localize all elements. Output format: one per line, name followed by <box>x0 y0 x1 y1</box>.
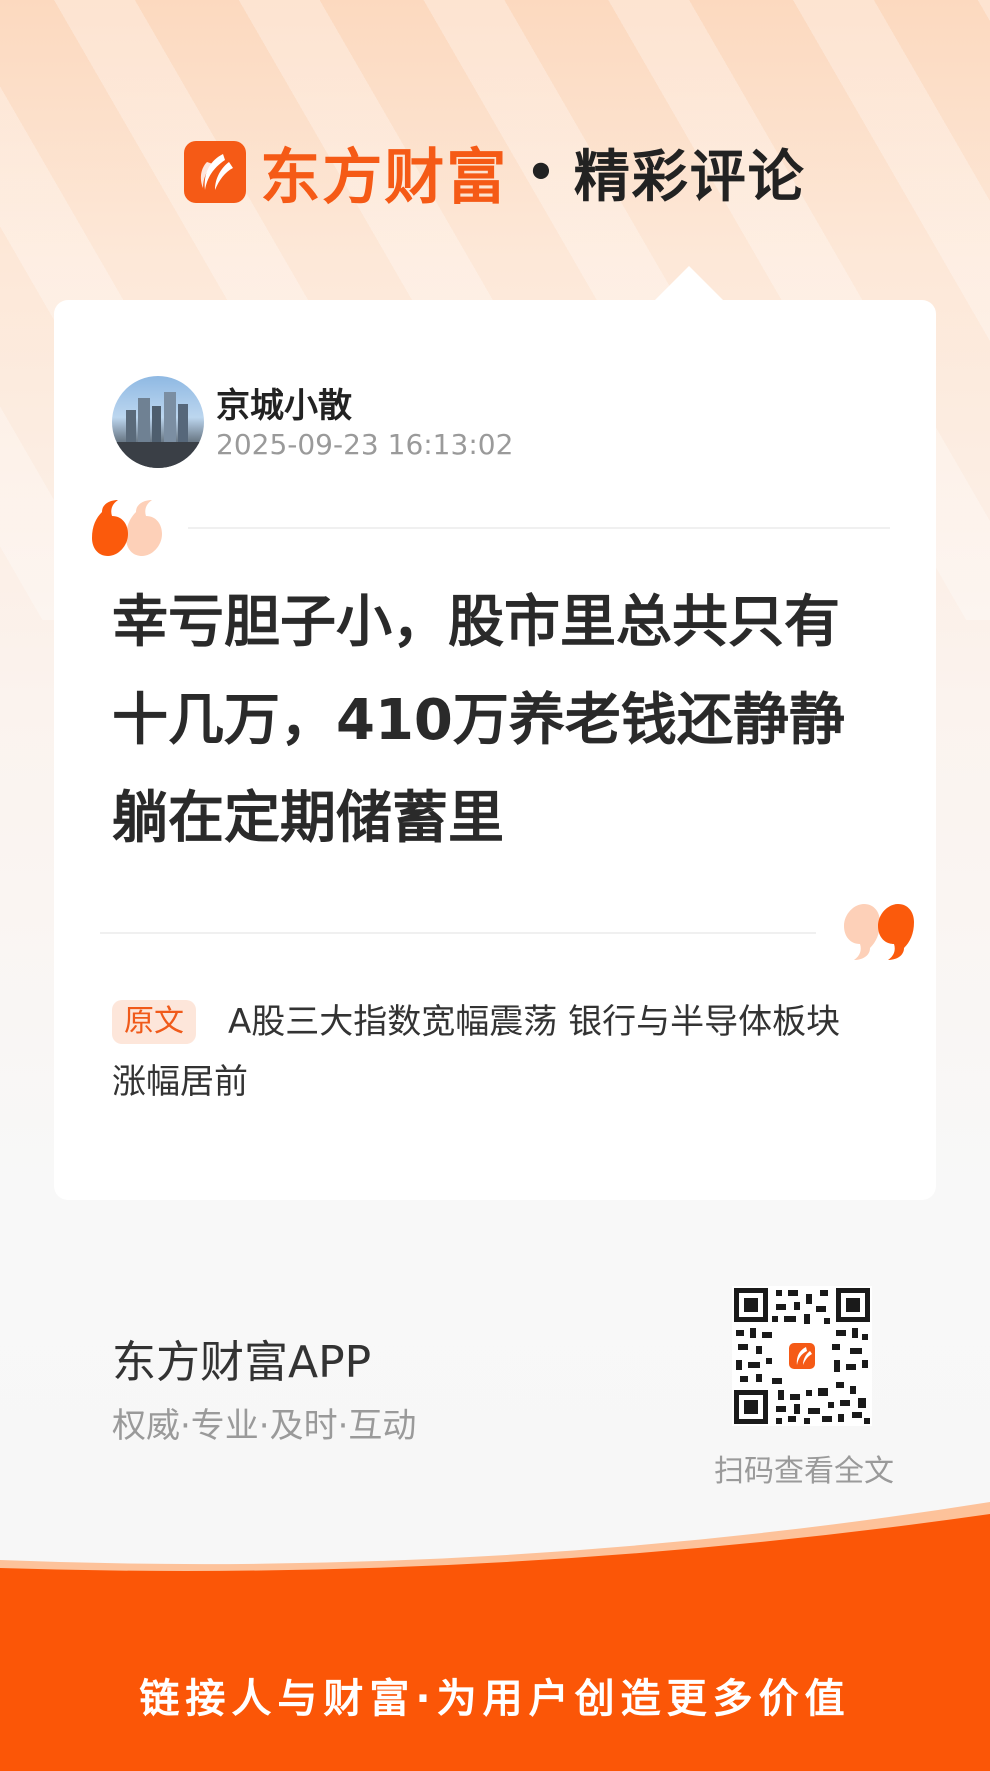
section-title: 精彩评论 <box>573 144 806 210</box>
divider <box>100 932 816 934</box>
qr-code[interactable] <box>732 1286 872 1426</box>
footer-tagline: 链接人与财富·为用户创造更多价值 <box>139 1676 851 1722</box>
username[interactable]: 京城小散 <box>216 378 352 427</box>
comment-text: 幸亏胆子小，股市里总共只有十几万，410万养老钱还静静躺在定期储蓄里 <box>112 590 845 851</box>
source-article-link[interactable]: 原文 A股三大指数宽幅震荡 银行与半导体板块涨幅居前 <box>112 992 872 1112</box>
divider <box>188 527 890 529</box>
source-tag: 原文 <box>112 1000 196 1044</box>
brand-name: 东方财富 <box>260 142 509 213</box>
post-timestamp: 2025-09-23 16:13:02 <box>216 428 514 461</box>
source-title[interactable]: A股三大指数宽幅震荡 银行与半导体板块涨幅居前 <box>112 1002 840 1102</box>
close-quote-icon <box>842 900 916 966</box>
avatar[interactable] <box>112 376 204 468</box>
app-slogan: 权威·专业·及时·互动 <box>112 1406 417 1446</box>
app-name: 东方财富APP <box>112 1337 372 1388</box>
open-quote-icon <box>90 498 164 564</box>
brand-separator: • <box>526 145 556 199</box>
eastmoney-logo-icon <box>184 141 247 203</box>
qr-caption: 扫码查看全文 <box>714 1454 894 1489</box>
card-notch <box>654 266 724 301</box>
brand-header: 东方财富 • 精彩评论 <box>0 132 990 213</box>
footer-wave <box>0 1502 990 1580</box>
